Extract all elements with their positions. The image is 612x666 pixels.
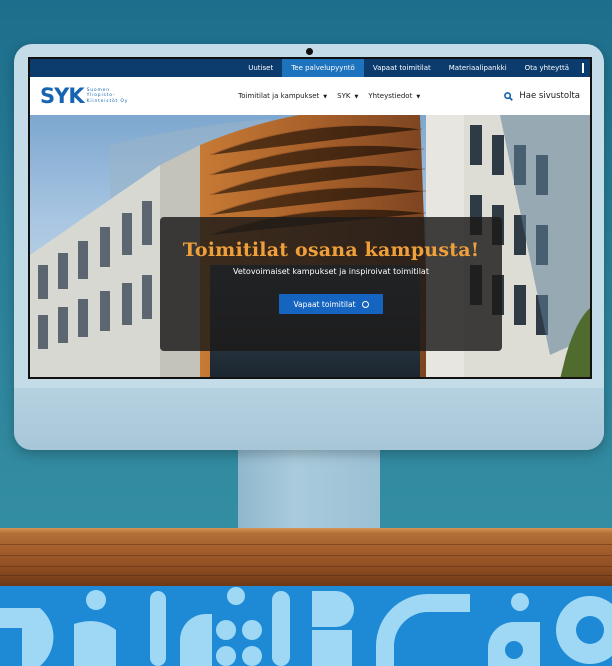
search-label: Hae sivustolta bbox=[519, 91, 580, 101]
logo-mark: SYK bbox=[40, 83, 85, 108]
chevron-down-icon: ▼ bbox=[323, 94, 328, 100]
nav-item-label: SYK bbox=[337, 92, 351, 100]
chevron-down-icon: ▼ bbox=[416, 94, 421, 100]
logo[interactable]: SYK Suomen Yliopisto- Kiinteistöt Oy bbox=[40, 83, 129, 108]
nav-item-premises[interactable]: Toimitilat ja kampukset ▼ bbox=[238, 92, 327, 100]
hero-subtitle: Vetovoimaiset kampukset ja inspiroivat t… bbox=[233, 267, 429, 276]
logo-wordmark: Suomen Yliopisto- Kiinteistöt Oy bbox=[87, 88, 129, 105]
circle-icon bbox=[361, 300, 369, 308]
hero-card: Toimitilat osana kampusta! Vetovoimaiset… bbox=[160, 217, 502, 351]
logo-line: Kiinteistöt Oy bbox=[86, 98, 129, 104]
monitor: Uutiset Tee palvelupyyntö Vapaat toimiti… bbox=[14, 44, 604, 450]
hero-title: Toimitilat osana kampusta! bbox=[182, 239, 480, 261]
nav-item-label: Toimitilat ja kampukset bbox=[238, 92, 320, 100]
utility-link-material-bank[interactable]: Materiaalipankki bbox=[440, 59, 516, 77]
nav-item-syk[interactable]: SYK ▼ bbox=[337, 92, 358, 100]
screen: Uutiset Tee palvelupyyntö Vapaat toimiti… bbox=[28, 57, 592, 379]
decorative-pattern bbox=[0, 586, 612, 666]
chevron-down-icon: ▼ bbox=[354, 94, 359, 100]
site-search[interactable]: Hae sivustolta bbox=[504, 91, 580, 101]
camera bbox=[306, 48, 313, 55]
utility-link-uutiset[interactable]: Uutiset bbox=[239, 59, 282, 77]
nav-item-contacts[interactable]: Yhteystiedot ▼ bbox=[368, 92, 420, 100]
utility-link-service-request[interactable]: Tee palvelupyyntö bbox=[282, 59, 364, 77]
main-header: SYK Suomen Yliopisto- Kiinteistöt Oy Toi… bbox=[30, 77, 590, 115]
search-icon bbox=[504, 91, 514, 101]
free-premises-button[interactable]: Vapaat toimitilat bbox=[279, 294, 383, 314]
utility-link-free-premises[interactable]: Vapaat toimitilat bbox=[364, 59, 440, 77]
utility-link-contact[interactable]: Ota yhteyttä bbox=[516, 59, 578, 77]
main-nav: Toimitilat ja kampukset ▼ SYK ▼ Yhteystied… bbox=[238, 92, 430, 100]
hero-banner: Toimitilat osana kampusta! Vetovoimaiset… bbox=[30, 115, 590, 377]
cta-label: Vapaat toimitilat bbox=[293, 299, 356, 309]
utility-bar-divider bbox=[582, 63, 584, 73]
utility-bar: Uutiset Tee palvelupyyntö Vapaat toimiti… bbox=[30, 59, 590, 77]
monitor-stand bbox=[238, 448, 380, 540]
desk bbox=[0, 528, 612, 586]
nav-item-label: Yhteystiedot bbox=[368, 92, 413, 100]
monitor-chin bbox=[14, 388, 604, 450]
